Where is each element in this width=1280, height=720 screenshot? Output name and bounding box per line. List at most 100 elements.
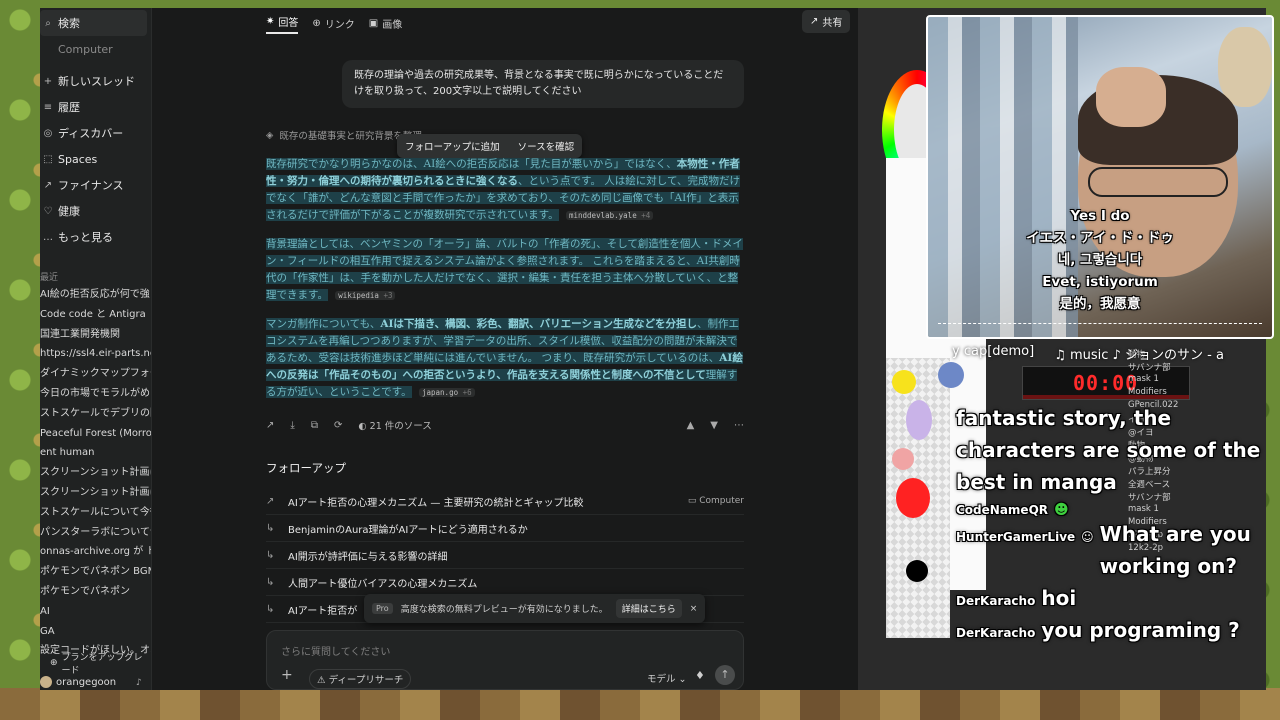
history-item[interactable]: Code code と Antigra (40, 305, 151, 325)
search-icon: ⌕ (45, 17, 51, 29)
spaces-icon: ⬚ (43, 153, 53, 165)
chat-username: CodeNameQR (956, 503, 1049, 517)
citation-count: +4 (641, 211, 651, 220)
share-button[interactable]: ↗ 共有 (802, 10, 851, 33)
followup-item[interactable]: ↳ BenjaminのAura理論がAIアートにどう適用されるか (266, 515, 744, 542)
deep-research-toggle[interactable]: ⚠ ディープリサーチ (309, 669, 412, 689)
layer-item[interactable]: mask 1 (1128, 374, 1266, 387)
pro-preview-toast: Pro 高度な検索の無料プレビューが有効になりました。 詳細はこちら × (364, 594, 706, 623)
thumbs-up-icon[interactable]: ▲ (687, 420, 695, 431)
history-item[interactable]: GA (40, 622, 151, 642)
chat-username: DerKaracho (956, 626, 1036, 640)
streamer-glasses (1088, 167, 1228, 197)
followup-item[interactable]: ↗ AIアート拒否の心理メカニズム — 主要研究の統計とギャップ比較 ▭ Com… (266, 488, 744, 515)
history-item[interactable]: AI (40, 602, 151, 622)
history-list: AI絵の拒否反応が何で強い Code code と Antigra 国連工業開発… (40, 285, 151, 661)
paint-swatch (906, 560, 928, 582)
username: orangegoon (56, 676, 117, 688)
health-icon: ♡ (43, 205, 53, 217)
sidebar-item-health[interactable]: ♡ 健康 (40, 198, 151, 224)
more-options-icon[interactable]: ⋯ (734, 420, 744, 431)
bell-icon[interactable]: ♪ (136, 678, 142, 688)
tab-answer[interactable]: ✷ 回答 (266, 12, 299, 34)
history-item[interactable]: パンスターラボについて今後の (40, 523, 151, 543)
capture-label: y cap[demo] (952, 344, 1035, 359)
sidebar-item-history[interactable]: ≡ 履歴 (40, 94, 151, 120)
followup-input[interactable]: さらに質問してください (281, 643, 390, 658)
sidebar-item-label: Computer (58, 42, 113, 56)
microphone-icon[interactable]: ♦ (695, 669, 705, 682)
sidebar-item-more[interactable]: … もっと見る (40, 224, 151, 250)
rewrite-icon[interactable]: ⟳ (334, 420, 342, 431)
tab-images[interactable]: ▣ 画像 (369, 12, 402, 34)
sidebar-item-discover[interactable]: ◎ ディスカバー (40, 120, 151, 146)
ask-followup-box[interactable]: さらに質問してください + ⚠ ディープリサーチ モデル ⌄ ♦ ↑ (266, 630, 744, 690)
user-profile[interactable]: orangegoon (40, 676, 116, 688)
citation-source: wikipedia (338, 291, 379, 300)
history-item[interactable]: スクリーンショット計画について 詳し (40, 483, 151, 503)
citation-count: +3 (383, 291, 393, 300)
citation-source: minddevlab.yale (568, 211, 637, 220)
check-sources-button[interactable]: ソースを確認 (518, 139, 575, 153)
history-item[interactable]: ストスケールについて今後の (40, 503, 151, 523)
citation-chip[interactable]: japan.go +6 (418, 388, 475, 397)
layer-item[interactable]: Modifiers (1128, 387, 1266, 400)
thumbs-down-icon[interactable]: ▼ (710, 420, 718, 431)
avatar (40, 676, 52, 688)
history-item[interactable]: 国連工業開発機関 (40, 325, 151, 345)
tab-links[interactable]: ⊕ リンク (312, 12, 354, 34)
arrow-return-icon: ↳ (266, 603, 275, 615)
history-item[interactable]: Peaceful Forest (Morroc,F (40, 424, 151, 444)
attach-plus-icon[interactable]: + (281, 667, 293, 683)
arrow-return-icon: ↳ (266, 549, 275, 561)
download-icon[interactable]: ⤓ (290, 420, 294, 431)
followup-item[interactable]: ↳ AI開示が詩評価に与える影響の詳細 (266, 542, 744, 569)
subtitle-line: 네, 그렇습니다 (1057, 252, 1143, 268)
sidebar-item-label: 検索 (58, 17, 80, 30)
sidebar-item-finance[interactable]: ↗ ファイナンス (40, 172, 151, 198)
sidebar-item-new-thread[interactable]: + 新しいスレッド (40, 68, 151, 94)
history-item[interactable]: ダイナミックマップフォーム (40, 364, 151, 384)
tab-label: リンク (324, 19, 355, 31)
history-item[interactable]: AI絵の拒否反応が何で強い (40, 285, 151, 305)
result-tabs: ✷ 回答 ⊕ リンク ▣ 画像 (266, 12, 402, 34)
model-selector[interactable]: モデル ⌄ (647, 671, 687, 685)
history-item[interactable]: https://ssl4.eir-parts.net/ (40, 344, 151, 364)
history-item[interactable]: onnas-archive.org が ドメ (40, 542, 151, 562)
add-followup-button[interactable]: フォローアップに追加 (405, 139, 500, 153)
chat-emote-icon: ☻ (1054, 502, 1069, 518)
share-icon: ↗ (810, 16, 819, 27)
sidebar-item-spaces[interactable]: ⬚ Spaces (40, 146, 151, 172)
history-item[interactable]: ent human (40, 443, 151, 463)
paint-swatch (938, 362, 964, 388)
history-item[interactable]: ポケモンでパネポン (40, 582, 151, 602)
history-item[interactable]: スクリーンショット計画について 詳し (40, 463, 151, 483)
learn-more-button[interactable]: 詳細はこちら (615, 599, 682, 618)
sidebar-item-search[interactable]: ⌕ 検索 (40, 10, 147, 36)
link-icon: ⊕ (312, 17, 321, 29)
followup-item[interactable]: ↳ 人間アート優位バイアスの心理メカニズム (266, 569, 744, 596)
discover-icon: ◎ (43, 127, 53, 139)
citation-chip[interactable]: wikipedia +3 (335, 291, 396, 300)
sidebar: ⌕ 検索 Computer + 新しいスレッド ≡ 履歴 ◎ ディスカバー ⬚ … (40, 8, 152, 690)
paint-swatch (892, 370, 916, 394)
subtitles: Yes I do イエス・アイ・ド・ドゥ 네, 그렇습니다 Evet, isti… (928, 205, 1272, 315)
upgrade-plan-link[interactable]: ⊕ プランをアップグレード (50, 650, 151, 676)
history-item[interactable]: ストスケールでデブリの回収 (40, 404, 151, 424)
history-icon: ≡ (43, 101, 53, 113)
history-item[interactable]: 今日の市場でモラルがめっちゃ (40, 384, 151, 404)
model-label: モデル (647, 674, 676, 685)
finance-icon: ↗ (43, 179, 53, 191)
share-icon[interactable]: ↗ (266, 420, 274, 431)
chat-message: hoi (1041, 586, 1077, 610)
send-button[interactable]: ↑ (715, 665, 735, 685)
chat-row: CodeNameQR ☻ (956, 502, 1266, 518)
chat-username: HunterGamerLive (956, 530, 1076, 544)
close-icon[interactable]: × (690, 604, 698, 614)
history-item[interactable]: ポケモンでパネポン BGM (40, 562, 151, 582)
sidebar-item-computer[interactable]: Computer (40, 36, 151, 62)
citation-chip[interactable]: minddevlab.yale +4 (565, 211, 654, 220)
sources-button[interactable]: ◐ 21 件のソース (358, 418, 431, 432)
plus-icon: + (43, 75, 53, 87)
copy-icon[interactable]: ⧉ (311, 420, 318, 431)
